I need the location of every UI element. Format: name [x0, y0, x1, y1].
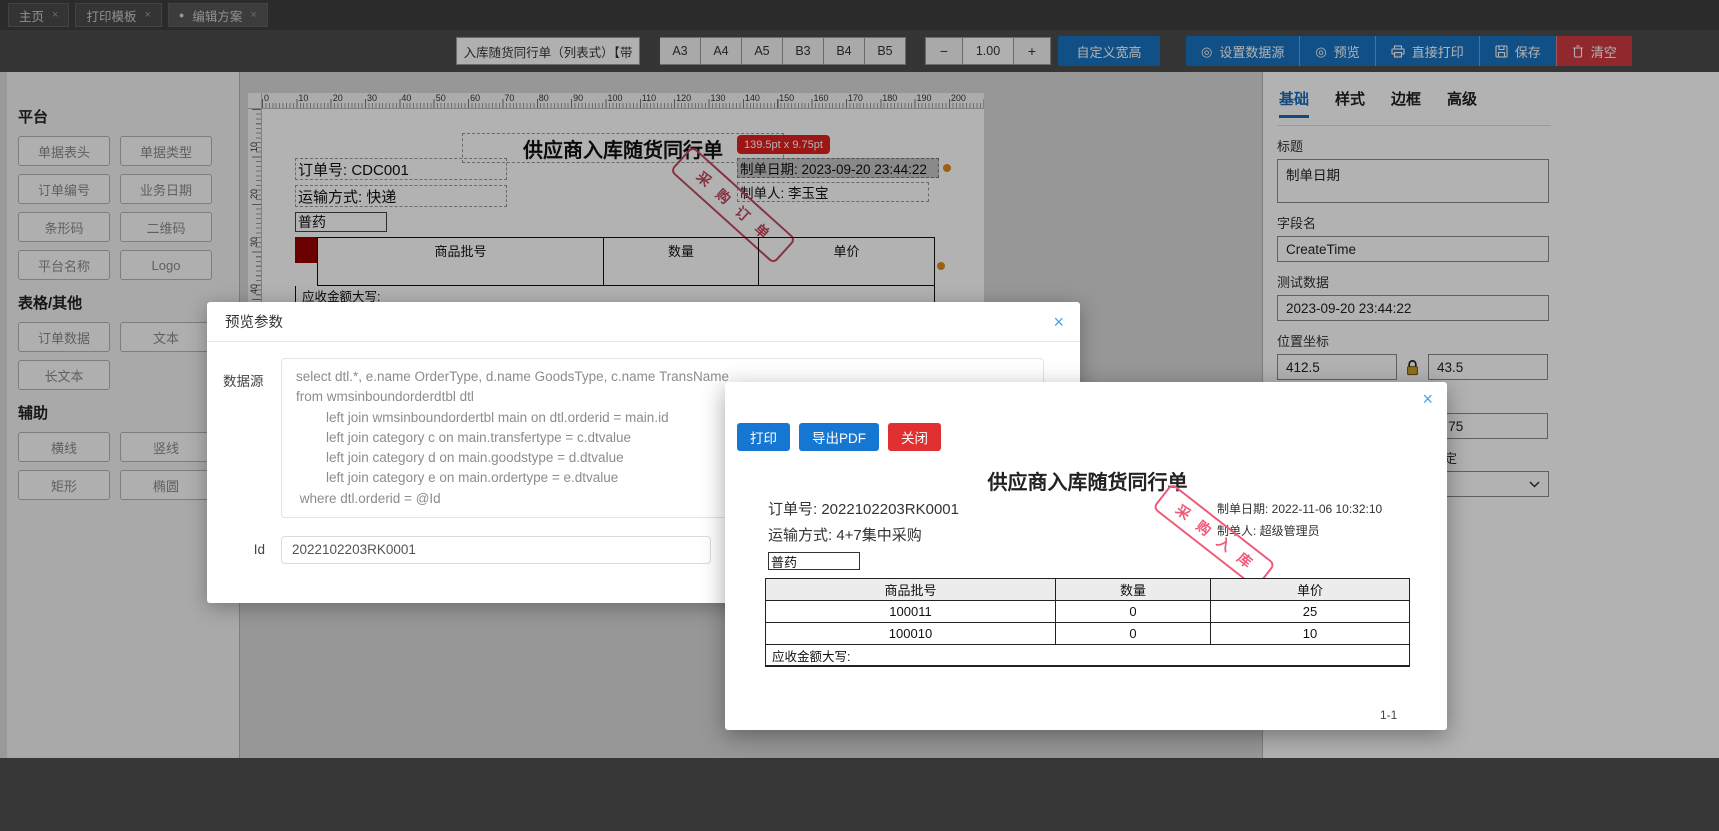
print-preview-modal: × 打印 导出PDF 关闭 供应商入库随货同行单 订单号: 2022102203… — [725, 382, 1447, 730]
doc-transport: 运输方式: 4+7集中采购 — [768, 527, 922, 544]
page-indicator: 1-1 — [1380, 708, 1398, 722]
print-button[interactable]: 打印 — [737, 423, 790, 451]
doc-table-cell: 25 — [1302, 604, 1318, 619]
id-label: Id — [253, 542, 265, 558]
doc-table-header: 数量 — [1056, 579, 1211, 600]
close-icon[interactable]: × — [1422, 390, 1433, 408]
close-button[interactable]: 关闭 — [888, 423, 941, 451]
doc-table-row: 100011 0 25 — [766, 601, 1409, 623]
document-preview: 供应商入库随货同行单 订单号: 2022102203RK0001 制单日期: 2… — [765, 462, 1410, 722]
doc-table-footer: 应收金额大写: — [772, 649, 851, 664]
doc-make-date: 制单日期: 2022-11-06 10:32:10 — [1217, 502, 1383, 516]
modal-title: 预览参数 — [225, 315, 283, 331]
doc-drug-type: 普药 — [768, 552, 860, 570]
export-pdf-button[interactable]: 导出PDF — [799, 423, 879, 451]
doc-table-cell: 0 — [1056, 601, 1211, 622]
doc-table-cell: 10 — [1302, 626, 1318, 641]
doc-table-header: 商品批号 — [766, 579, 1056, 600]
doc-table-cell: 100011 — [766, 601, 1056, 622]
close-icon[interactable]: × — [1053, 313, 1064, 331]
doc-table-cell: 0 — [1056, 623, 1211, 644]
id-input[interactable]: 2022102203RK0001 — [281, 535, 711, 564]
doc-table-row: 100010 0 10 — [766, 623, 1409, 645]
doc-order-no: 订单号: 2022102203RK0001 — [768, 501, 959, 518]
doc-table-cell: 100010 — [766, 623, 1056, 644]
datasource-label: 数据源 — [223, 374, 264, 389]
doc-title: 供应商入库随货同行单 — [987, 472, 1188, 494]
doc-table: 商品批号 数量 单价 100011 0 25 100010 0 10 应收金额大… — [765, 578, 1410, 667]
doc-table-header: 单价 — [1296, 583, 1323, 598]
